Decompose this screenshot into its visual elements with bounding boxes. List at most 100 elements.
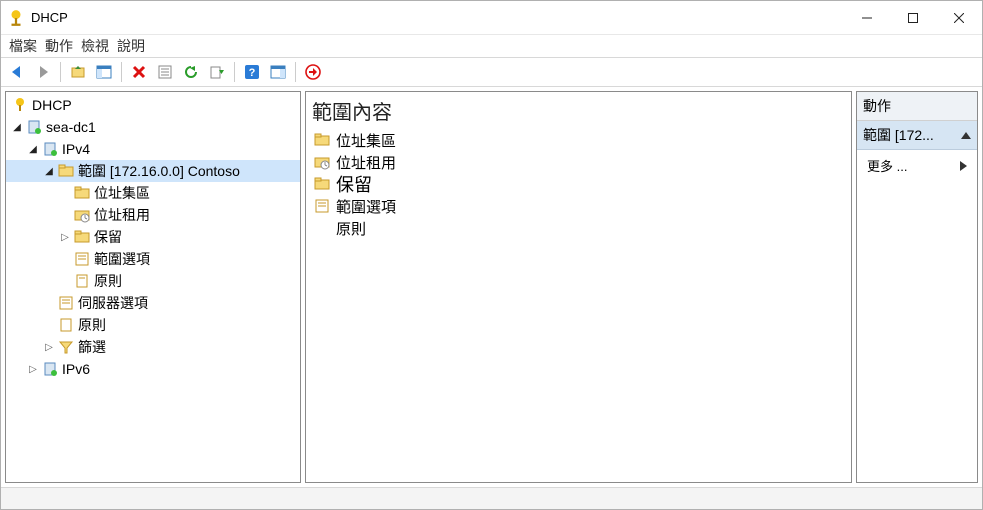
options-icon — [58, 295, 74, 311]
folder-icon — [314, 176, 330, 192]
options-icon — [74, 251, 90, 267]
ipv6-icon — [42, 361, 58, 377]
expand-icon[interactable]: ◢ — [10, 122, 24, 133]
tree-server-options[interactable]: 伺服器選項 — [6, 292, 300, 314]
folder-icon — [314, 132, 330, 148]
content-pool[interactable]: 位址集區 — [312, 129, 845, 151]
toolbar-separator — [60, 62, 61, 82]
toolbar-separator — [234, 62, 235, 82]
svg-text:?: ? — [249, 67, 256, 79]
up-button[interactable] — [66, 60, 90, 84]
tree-label: 原則 — [94, 271, 122, 291]
dhcp-app-icon — [7, 9, 25, 27]
expand-icon[interactable]: ▷ — [58, 232, 72, 243]
tree-label: 篩選 — [78, 337, 106, 357]
forward-button[interactable] — [31, 60, 55, 84]
tree-label: 伺服器選項 — [78, 293, 148, 313]
toolbar-separator — [295, 62, 296, 82]
tree-label: 範圍 [172.16.0.0] Contoso — [78, 161, 240, 181]
action-button[interactable] — [301, 60, 325, 84]
tree-label: IPv6 — [62, 361, 90, 377]
actions-pane: 動作 範圍 [172... 更多 ... — [856, 91, 978, 483]
tree-root-dhcp[interactable]: DHCP — [6, 94, 300, 116]
expand-icon[interactable]: ◢ — [42, 166, 56, 177]
content-label: 保留 — [336, 171, 372, 197]
back-button[interactable] — [5, 60, 29, 84]
tree-label: 位址租用 — [94, 205, 150, 225]
tree-label: 位址集區 — [94, 183, 150, 203]
tree-filters[interactable]: ▷ 篩選 — [6, 336, 300, 358]
delete-button[interactable] — [127, 60, 151, 84]
close-button[interactable] — [936, 2, 982, 34]
actions-header: 動作 — [857, 92, 977, 121]
toolbar: ? — [1, 57, 982, 87]
menu-help[interactable]: 說明 — [115, 35, 147, 57]
body: DHCP ◢ sea-dc1 ◢ IPv4 ◢ 範圍 [172.16.0.0] … — [1, 87, 982, 487]
menu-file[interactable]: 檔案 — [7, 35, 39, 57]
folder-icon — [58, 163, 74, 179]
content-pane[interactable]: 範圍內容 位址集區 位址租用 保留 範圍選項 原則 — [305, 91, 852, 483]
content-label: 範圍選項 — [336, 196, 396, 217]
minimize-button[interactable] — [844, 2, 890, 34]
window-title: DHCP — [31, 10, 68, 25]
actions-more[interactable]: 更多 ... — [857, 150, 977, 181]
expand-icon[interactable]: ▷ — [26, 364, 40, 375]
help-button[interactable]: ? — [240, 60, 264, 84]
tree-server[interactable]: ◢ sea-dc1 — [6, 116, 300, 138]
menu-view[interactable]: 檢視 — [79, 35, 111, 57]
collapse-icon — [961, 132, 971, 139]
content-reservations[interactable]: 保留 — [312, 173, 845, 195]
content-label: 原則 — [336, 218, 366, 239]
tree-scope-options[interactable]: 範圍選項 — [6, 248, 300, 270]
status-bar — [1, 487, 982, 509]
tree-label: 保留 — [94, 227, 122, 247]
toolbar-separator — [121, 62, 122, 82]
tree-scope[interactable]: ◢ 範圍 [172.16.0.0] Contoso — [6, 160, 300, 182]
menu-bar: 檔案 動作 檢視 說明 — [1, 35, 982, 57]
tree-pool[interactable]: 位址集區 — [6, 182, 300, 204]
tree-label: sea-dc1 — [46, 119, 96, 135]
tree-pane[interactable]: DHCP ◢ sea-dc1 ◢ IPv4 ◢ 範圍 [172.16.0.0] … — [5, 91, 301, 483]
content-leases[interactable]: 位址租用 — [312, 151, 845, 173]
content-label: 位址租用 — [336, 152, 396, 173]
tree-label: DHCP — [32, 97, 72, 113]
content-policies[interactable]: 原則 — [312, 217, 845, 239]
refresh-button[interactable] — [179, 60, 203, 84]
content-scope-options[interactable]: 範圍選項 — [312, 195, 845, 217]
options-icon — [314, 198, 330, 214]
tree-scope-policies[interactable]: 原則 — [6, 270, 300, 292]
filter-icon — [58, 339, 74, 355]
chevron-right-icon — [960, 161, 967, 171]
title-bar: DHCP — [1, 1, 982, 35]
expand-icon[interactable]: ◢ — [26, 144, 40, 155]
tree-ipv6[interactable]: ▷ IPv6 — [6, 358, 300, 380]
leases-icon — [314, 154, 330, 170]
show-hide-action-pane-button[interactable] — [266, 60, 290, 84]
folder-icon — [74, 229, 90, 245]
policy-icon — [74, 273, 90, 289]
tree-reservations[interactable]: ▷ 保留 — [6, 226, 300, 248]
tree-server-policies[interactable]: 原則 — [6, 314, 300, 336]
expand-icon[interactable]: ▷ — [42, 342, 56, 353]
maximize-button[interactable] — [890, 2, 936, 34]
ipv4-icon — [42, 141, 58, 157]
policy-icon — [58, 317, 74, 333]
content-label: 位址集區 — [336, 130, 396, 151]
dhcp-window: DHCP 檔案 動作 檢視 說明 ? — [0, 0, 983, 510]
tree-label: 範圍選項 — [94, 249, 150, 269]
leases-icon — [74, 207, 90, 223]
menu-action[interactable]: 動作 — [43, 35, 75, 57]
properties-button[interactable] — [153, 60, 177, 84]
dhcp-icon — [12, 97, 28, 113]
export-button[interactable] — [205, 60, 229, 84]
tree-label: IPv4 — [62, 141, 90, 157]
tree-ipv4[interactable]: ◢ IPv4 — [6, 138, 300, 160]
tree-leases[interactable]: 位址租用 — [6, 204, 300, 226]
tree-label: 原則 — [78, 315, 106, 335]
content-title: 範圍內容 — [312, 96, 845, 125]
actions-scope-label: 範圍 [172... — [863, 125, 934, 145]
actions-more-label: 更多 ... — [867, 156, 907, 175]
server-icon — [26, 119, 42, 135]
actions-scope-row[interactable]: 範圍 [172... — [857, 121, 977, 150]
show-hide-tree-button[interactable] — [92, 60, 116, 84]
